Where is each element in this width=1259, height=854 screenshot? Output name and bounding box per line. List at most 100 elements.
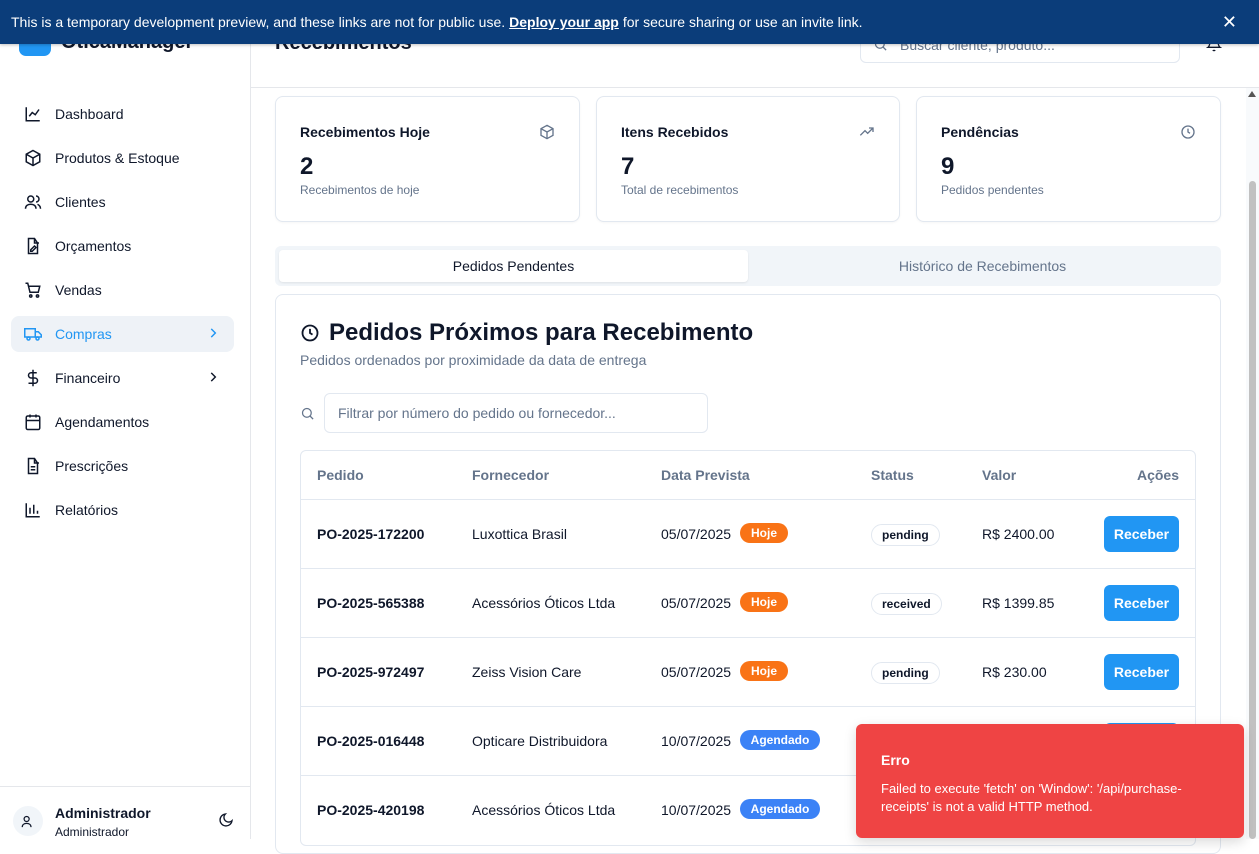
date-badge: Agendado (740, 730, 820, 750)
clock-icon (1181, 125, 1195, 139)
supplier: Zeiss Vision Care (472, 664, 582, 680)
toast-message: Failed to execute 'fetch' on 'Window': '… (881, 781, 1182, 814)
stat-value: 9 (941, 153, 955, 180)
date-badge: Hoje (740, 661, 788, 681)
chevron-right-icon (210, 328, 217, 338)
trending-up-icon (859, 127, 874, 136)
chevron-right-icon (210, 372, 217, 382)
expected-date: 10/07/2025 (661, 802, 732, 818)
tab-pedidos-pendentes[interactable]: Pedidos Pendentes (279, 250, 748, 282)
file-text-icon (27, 457, 39, 475)
tab-historico-recebimentos[interactable]: Histórico de Recebimentos (748, 250, 1217, 282)
column-header-fornecedor: Fornecedor (472, 467, 550, 483)
search-icon (301, 407, 314, 420)
stat-title: Itens Recebidos (621, 124, 729, 140)
stat-subtitle: Total de recebimentos (621, 183, 739, 197)
close-icon[interactable]: ✕ (1222, 12, 1237, 33)
dev-preview-banner: This is a temporary development preview,… (0, 0, 1259, 44)
banner-text: This is a temporary development preview,… (11, 14, 506, 30)
truck-icon (24, 328, 42, 341)
sidebar-item-label: Vendas (55, 282, 102, 298)
sidebar-item-label: Prescrições (55, 458, 129, 474)
user-role: Administrador (55, 825, 130, 839)
users-icon (24, 195, 42, 209)
sidebar-item-label: Orçamentos (55, 238, 132, 254)
sidebar-item-label: Dashboard (55, 106, 124, 122)
chart-line-icon (25, 107, 40, 122)
sidebar-item-label: Financeiro (55, 370, 121, 386)
order-value: R$ 230.00 (982, 664, 1047, 680)
sidebar-item-produtos[interactable]: Produtos & Estoque (11, 140, 234, 176)
table-row: PO-2025-972497 Zeiss Vision Care 05/07/2… (301, 638, 1195, 707)
order-number: PO-2025-972497 (317, 664, 425, 680)
dollar-icon (27, 369, 39, 387)
user-name: Administrador (55, 805, 151, 821)
supplier: Opticare Distribuidora (472, 733, 608, 749)
status-badge: pending (871, 524, 940, 546)
stat-subtitle: Recebimentos de hoje (300, 183, 420, 197)
scrollbar-thumb[interactable] (1249, 181, 1256, 839)
sidebar-item-dashboard[interactable]: Dashboard (11, 96, 234, 132)
expected-date: 10/07/2025 (661, 733, 732, 749)
sidebar-item-label: Agendamentos (55, 414, 150, 430)
sidebar-item-clientes[interactable]: Clientes (11, 184, 234, 220)
column-header-data: Data Prevista (661, 467, 750, 483)
sidebar-item-prescricoes[interactable]: Prescrições (11, 448, 234, 484)
sidebar-item-label: Clientes (55, 194, 106, 210)
expected-date: 05/07/2025 (661, 595, 732, 611)
stat-card-itens-recebidos: Itens Recebidos 7 Total de recebimentos (596, 96, 900, 222)
panel-title-text: Pedidos Próximos para Recebimento (329, 319, 754, 346)
sidebar-item-financeiro[interactable]: Financeiro (11, 360, 234, 396)
order-number: PO-2025-420198 (317, 802, 425, 818)
status-badge: received (871, 593, 942, 615)
sidebar-item-label: Compras (55, 326, 112, 342)
user-profile[interactable]: Administrador Administrador (0, 786, 250, 839)
column-header-valor: Valor (982, 467, 1017, 483)
date-badge: Agendado (740, 799, 820, 819)
order-number: PO-2025-565388 (317, 595, 425, 611)
stat-card-pendencias: Pendências 9 Pedidos pendentes (916, 96, 1221, 222)
stat-title: Pendências (941, 124, 1019, 140)
status-badge: pending (871, 662, 940, 684)
calendar-icon (25, 414, 41, 431)
stat-value: 7 (621, 153, 635, 180)
sidebar-item-label: Produtos & Estoque (55, 150, 180, 166)
supplier: Acessórios Óticos Ltda (472, 595, 616, 611)
sidebar-item-relatorios[interactable]: Relatórios (11, 492, 234, 528)
order-number: PO-2025-016448 (317, 733, 425, 749)
column-header-pedido: Pedido (317, 467, 364, 483)
date-badge: Hoje (740, 523, 788, 543)
error-toast[interactable]: Erro Failed to execute 'fetch' on 'Windo… (856, 724, 1244, 838)
sidebar-item-vendas[interactable]: Vendas (11, 272, 234, 308)
stat-title: Recebimentos Hoje (300, 124, 430, 140)
toast-title: Erro (881, 752, 910, 768)
order-value: R$ 1399.85 (982, 595, 1055, 611)
panel-subtitle: Pedidos ordenados por proximidade da dat… (300, 352, 647, 368)
moon-icon[interactable] (218, 812, 234, 828)
column-header-status: Status (871, 467, 914, 483)
receber-button[interactable]: Receber (1104, 516, 1179, 552)
sidebar-item-compras[interactable]: Compras (11, 316, 234, 352)
sidebar-nav: Dashboard Produtos & Estoque Clientes Or… (11, 96, 234, 536)
column-header-acoes: Ações (1136, 467, 1179, 483)
receber-button[interactable]: Receber (1104, 585, 1179, 621)
users-icon (21, 815, 32, 827)
banner-text-after: for secure sharing or use an invite link… (622, 14, 863, 30)
file-edit-icon (27, 237, 39, 255)
sidebar-item-orcamentos[interactable]: Orçamentos (11, 228, 234, 264)
order-value: R$ 2400.00 (982, 526, 1055, 542)
date-badge: Hoje (740, 592, 788, 612)
receber-button[interactable]: Receber (1104, 654, 1179, 690)
deploy-link[interactable]: Deploy your app (509, 14, 619, 30)
stat-subtitle: Pedidos pendentes (941, 183, 1044, 197)
cart-icon (25, 282, 41, 298)
table-row: PO-2025-565388 Acessórios Óticos Ltda 05… (301, 569, 1195, 638)
filter-input[interactable] (324, 393, 708, 433)
clock-icon (301, 324, 319, 342)
package-icon (540, 124, 554, 140)
scrollbar[interactable] (1246, 88, 1259, 839)
order-number: PO-2025-172200 (317, 526, 425, 542)
scroll-up-arrow-icon[interactable] (1248, 91, 1256, 97)
sidebar: OticaManager Dashboard Produtos & Estoqu… (0, 0, 251, 839)
sidebar-item-agendamentos[interactable]: Agendamentos (11, 404, 234, 440)
